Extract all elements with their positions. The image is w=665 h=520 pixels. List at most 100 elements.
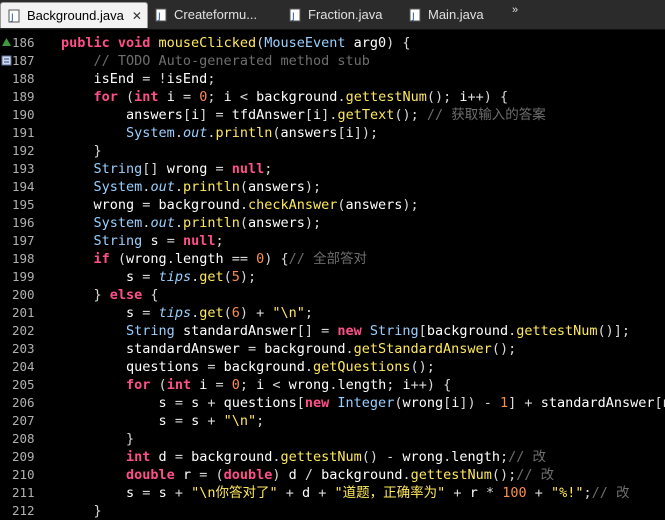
tab-fraction-java[interactable]: J Fraction.java bbox=[282, 2, 392, 27]
code-token: tips bbox=[158, 269, 192, 285]
code-token: background bbox=[321, 467, 403, 483]
code-line[interactable]: 206 s = s + questions[new Integer(wrong[… bbox=[0, 394, 665, 412]
tab-background-java[interactable]: J Background.java ✕ bbox=[0, 2, 148, 28]
code-token: = bbox=[158, 233, 183, 249]
code-token: ); bbox=[402, 197, 419, 213]
code-line[interactable]: 186 public void mouseClicked(MouseEvent a… bbox=[0, 34, 665, 52]
code-line[interactable]: 189 for (int i = 0; i < background.gette… bbox=[0, 88, 665, 106]
tab-createformula-java[interactable]: J Createformu... bbox=[148, 2, 278, 27]
tab-label: Fraction.java bbox=[308, 7, 383, 22]
code-token: () - bbox=[361, 449, 403, 465]
line-code: s = s + "\n你答对了" + d + "道题，正确率为" + r * 1… bbox=[61, 484, 630, 502]
code-token: else bbox=[109, 287, 151, 303]
task-marker-icon[interactable] bbox=[1, 55, 12, 66]
code-line[interactable]: 187 // TODO Auto-generated method stub bbox=[0, 52, 665, 70]
code-token: String bbox=[126, 323, 183, 339]
code-token: background bbox=[223, 359, 305, 375]
code-line[interactable]: 199 s = tips.get(5); bbox=[0, 268, 665, 286]
code-token: // TODO Auto-generated method stub bbox=[93, 53, 370, 69]
code-token: if bbox=[93, 251, 118, 267]
line-code: s = s + questions[new Integer(wrong[i]) … bbox=[61, 394, 665, 412]
line-code: } bbox=[61, 430, 134, 448]
code-token: 0 bbox=[231, 377, 240, 393]
code-token: String bbox=[93, 161, 143, 177]
code-token: gettestNum bbox=[345, 89, 427, 105]
code-token: + bbox=[166, 485, 192, 501]
close-icon[interactable]: ✕ bbox=[132, 9, 142, 23]
code-token: ; bbox=[207, 89, 224, 105]
tab-overflow-button[interactable]: » bbox=[512, 4, 518, 16]
code-token: // 改 bbox=[508, 449, 547, 465]
code-token: new bbox=[304, 395, 338, 411]
line-number: 195 bbox=[12, 197, 35, 212]
code-token: wrong bbox=[402, 395, 444, 411]
code-token: [] = bbox=[296, 323, 338, 339]
code-line[interactable]: 197 String s = null; bbox=[0, 232, 665, 250]
code-line[interactable]: 212 } bbox=[0, 502, 665, 520]
code-token: isEnd bbox=[166, 71, 208, 87]
code-line[interactable]: 203 standardAnswer = background.getStand… bbox=[0, 340, 665, 358]
code-token: i bbox=[345, 125, 354, 141]
code-token: + bbox=[445, 485, 470, 501]
code-token: int bbox=[166, 377, 200, 393]
code-token: } bbox=[61, 287, 110, 303]
code-line[interactable]: 202 String standardAnswer[] = new String… bbox=[0, 322, 665, 340]
code-token: i bbox=[459, 89, 468, 105]
code-editor[interactable]: 186 public void mouseClicked(MouseEvent a… bbox=[0, 30, 665, 519]
code-line[interactable]: 195 wrong = background.checkAnswer(answe… bbox=[0, 196, 665, 214]
code-token: s bbox=[126, 485, 135, 501]
code-line[interactable]: 208 } bbox=[0, 430, 665, 448]
code-token: background bbox=[256, 89, 338, 105]
code-token: + bbox=[277, 485, 302, 501]
override-marker-icon[interactable] bbox=[1, 37, 12, 48]
code-line[interactable]: 204 questions = background.getQuestions(… bbox=[0, 358, 665, 376]
code-line[interactable]: 207 s = s + "\n"; bbox=[0, 412, 665, 430]
line-number: 204 bbox=[12, 359, 35, 374]
line-number: 212 bbox=[12, 503, 35, 518]
java-file-icon: J bbox=[8, 9, 20, 23]
tab-main-java[interactable]: J Main.java bbox=[402, 2, 497, 27]
code-line[interactable]: 196 System.out.println(answers); bbox=[0, 214, 665, 232]
code-line[interactable]: 209 int d = background.gettestNum() - wr… bbox=[0, 448, 665, 466]
code-token: wrong bbox=[402, 449, 444, 465]
code-token: System bbox=[126, 125, 175, 141]
code-line[interactable]: 193 String[] wrong = null; bbox=[0, 160, 665, 178]
code-token: = bbox=[199, 359, 224, 375]
code-token: gettestNum bbox=[516, 323, 598, 339]
code-token: println bbox=[215, 125, 273, 141]
code-line[interactable]: 190 answers[i] = tfdAnswer[i].getText();… bbox=[0, 106, 665, 124]
code-token: Integer bbox=[337, 395, 395, 411]
code-token: . bbox=[174, 215, 183, 231]
svg-text:J: J bbox=[411, 12, 415, 22]
code-line[interactable]: 191 System.out.println(answers[i]); bbox=[0, 124, 665, 142]
code-line[interactable]: 194 System.out.println(answers); bbox=[0, 178, 665, 196]
code-token: "\n你答对了" bbox=[191, 485, 278, 501]
code-token: standardAnswer bbox=[126, 341, 240, 357]
code-token: int bbox=[134, 89, 167, 105]
code-line[interactable]: 188 isEnd = !isEnd; bbox=[0, 70, 665, 88]
code-line[interactable]: 200 } else { bbox=[0, 286, 665, 304]
code-line[interactable]: 201 s = tips.get(6) + "\n"; bbox=[0, 304, 665, 322]
code-token: length bbox=[174, 251, 224, 267]
line-code: } bbox=[61, 502, 102, 520]
code-line[interactable]: 210 double r = (double) d / background.g… bbox=[0, 466, 665, 484]
code-token: // 全部答对 bbox=[288, 251, 368, 267]
code-token: s bbox=[158, 485, 167, 501]
code-token: (); bbox=[410, 359, 435, 375]
line-number: 192 bbox=[12, 143, 35, 158]
code-line[interactable]: 192 } bbox=[0, 142, 665, 160]
code-token: answers bbox=[248, 215, 305, 231]
code-line[interactable]: 198 if (wrong.length == 0) {// 全部答对 bbox=[0, 250, 665, 268]
code-line[interactable]: 205 for (int i = 0; i < wrong.length; i+… bbox=[0, 376, 665, 394]
code-token: background bbox=[158, 197, 240, 213]
code-token: i bbox=[166, 89, 175, 105]
code-token: getText bbox=[337, 107, 395, 123]
code-token: [ bbox=[337, 125, 346, 141]
code-token: = ( bbox=[191, 467, 224, 483]
code-line[interactable]: 211 s = s + "\n你答对了" + d + "道题，正确率为" + r… bbox=[0, 484, 665, 502]
